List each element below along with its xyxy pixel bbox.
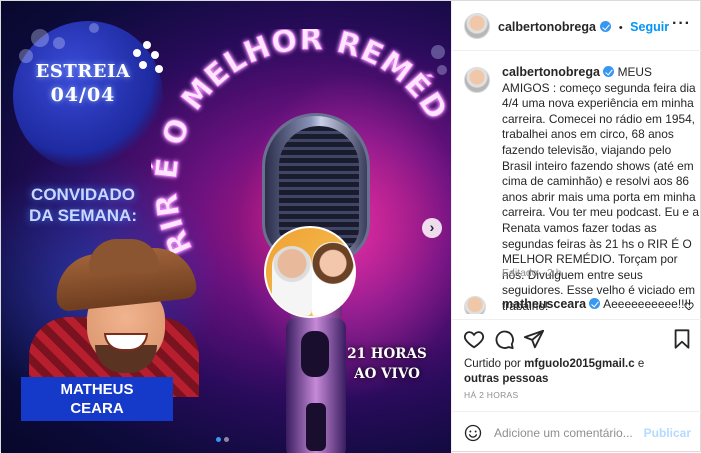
comment-text: Aeeeeeeeeee!!!! <box>603 297 692 311</box>
separator: • <box>618 22 623 34</box>
liked-by-prefix: Curtido por <box>464 358 525 370</box>
post-image[interactable]: ESTREIA 04/04 CONVIDADO DA SEMANA: RIR É… <box>1 1 451 453</box>
caption-avatar[interactable] <box>464 67 490 93</box>
comment-like-icon[interactable] <box>684 301 694 311</box>
heart-icon[interactable] <box>463 328 485 350</box>
guest-name-line2: CEARA <box>70 400 124 417</box>
follow-button[interactable]: Seguir <box>630 20 669 34</box>
post-header: calbertonobrega • Seguir ··· <box>452 1 701 51</box>
post-timestamp[interactable]: HÁ 2 HORAS <box>464 390 519 400</box>
verified-badge-icon <box>603 66 615 77</box>
caption-username[interactable]: calbertonobrega <box>502 65 600 79</box>
carousel-dot-active <box>216 437 221 442</box>
author-username[interactable]: calbertonobrega <box>498 20 596 34</box>
bookmark-icon[interactable] <box>671 328 693 350</box>
publish-button[interactable]: Publicar <box>644 426 691 440</box>
liked-by-others[interactable]: outras pessoas <box>464 373 548 385</box>
send-icon[interactable] <box>523 328 545 350</box>
instagram-post: ESTREIA 04/04 CONVIDADO DA SEMANA: RIR É… <box>0 0 701 453</box>
hosts-photo <box>264 226 356 318</box>
comment-input[interactable] <box>494 423 644 443</box>
guest-name-box: MATHEUS CEARA <box>21 377 173 421</box>
avatar[interactable] <box>464 13 490 39</box>
more-horizontal-icon[interactable]: ··· <box>672 15 691 33</box>
guest-photo <box>49 239 199 379</box>
add-comment-bar: Publicar <box>452 411 701 453</box>
guest-heading: CONVIDADO DA SEMANA: <box>23 184 143 226</box>
edited-label: Editado · 2 h <box>502 267 562 279</box>
carousel-indicator <box>216 437 236 443</box>
verified-badge-icon <box>589 298 601 309</box>
post-side-panel: calbertonobrega • Seguir ··· calbertonob… <box>451 1 701 453</box>
action-bar <box>452 319 701 355</box>
guest-heading-line1: CONVIDADO <box>31 185 135 204</box>
guest-heading-line2: DA SEMANA: <box>29 206 137 225</box>
emoji-icon[interactable] <box>464 424 482 442</box>
comment-avatar[interactable] <box>464 296 486 314</box>
comment-row: matheusceara Aeeeeeeeeee!!!! <box>464 296 696 314</box>
liked-by-suffix: e <box>634 358 645 370</box>
carousel-dot <box>224 437 229 442</box>
premiere-text: ESTREIA <box>35 61 131 82</box>
premiere-label: ESTREIA 04/04 <box>27 61 139 106</box>
premiere-date: 04/04 <box>50 84 116 106</box>
show-time-line2: AO VIVO <box>354 366 420 382</box>
guest-name-line1: MATHEUS <box>60 381 134 398</box>
liked-by-user[interactable]: mfguolo2015gmail.c <box>524 358 635 370</box>
show-time: 21 HORAS AO VIVO <box>339 344 435 384</box>
verified-badge-icon <box>600 21 612 32</box>
chevron-right-icon[interactable]: › <box>422 218 442 238</box>
liked-by: Curtido por mfguolo2015gmail.c e outras … <box>464 357 694 387</box>
show-time-line1: 21 HORAS <box>347 346 427 362</box>
comment-icon[interactable] <box>493 328 515 350</box>
comment-username[interactable]: matheusceara <box>502 297 586 311</box>
